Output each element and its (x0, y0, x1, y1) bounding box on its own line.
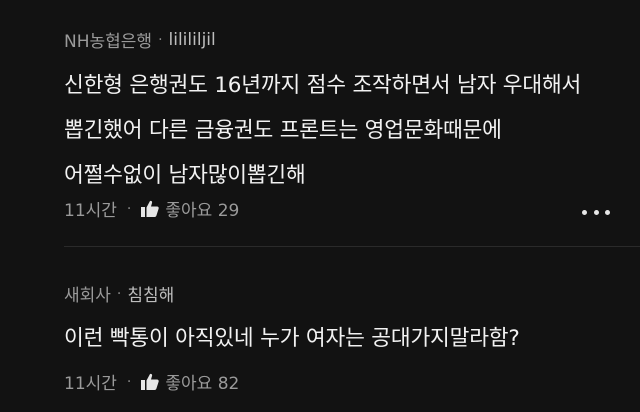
meta-separator: · (116, 285, 122, 302)
more-dot (582, 209, 587, 215)
more-dot (605, 209, 610, 215)
company-label: 새회사 (64, 286, 111, 306)
comment-time: 11시간 (64, 374, 117, 394)
comment-time: 11시간 (64, 201, 117, 221)
author-nickname[interactable]: lilililjil (169, 30, 216, 50)
author-nickname[interactable]: 침침해 (127, 281, 174, 306)
like-button[interactable]: 좋아요 29 (141, 196, 239, 221)
meta-separator: · (158, 31, 163, 48)
comment-actions: 11시간 · 좋아요 82 (64, 369, 239, 395)
comment-item: NH농협은행 · lilililjil 신한형 은행권도 16년까지 점수 조작… (0, 0, 640, 246)
comment-body-line: 어쩔수없이 남자많이뽑긴해 (64, 163, 306, 188)
like-button[interactable]: 좋아요 82 (141, 369, 239, 394)
comment-body-line: 신한형 은행권도 16년까지 점수 조작하면서 남자 우대해서 (64, 73, 582, 98)
like-count: 좋아요 82 (165, 374, 240, 394)
comment-body: 신한형 은행권도 16년까지 점수 조작하면서 남자 우대해서 뽑긴했어 다른 … (64, 63, 581, 198)
comment-body-line: 뽑긴했어 다른 금융권도 프론트는 영업문화때문에 (64, 118, 502, 143)
comment-meta: NH농협은행 · lilililjil (64, 27, 216, 53)
action-separator: · (126, 373, 132, 390)
action-separator: · (126, 200, 132, 217)
thumbs-up-icon (141, 200, 160, 217)
company-label: NH농협은행 (64, 32, 153, 52)
comment-body-line: 이런 빡통이 아직있네 누가 여자는 공대가지말라함? (64, 326, 520, 351)
comment-actions: 11시간 · 좋아요 29 (64, 196, 239, 222)
comment-divider (64, 246, 640, 247)
comment-meta: 새회사 · 침침해 (64, 281, 174, 307)
comment-item: 새회사 · 침침해 이런 빡통이 아직있네 누가 여자는 공대가지말라함? 11… (0, 250, 640, 412)
more-dot (593, 209, 599, 215)
comment-feed: NH농협은행 · lilililjil 신한형 은행권도 16년까지 점수 조작… (0, 0, 640, 412)
thumbs-up-icon (141, 373, 160, 390)
more-options-button[interactable] (582, 202, 610, 222)
like-count: 좋아요 29 (165, 201, 240, 221)
comment-body: 이런 빡통이 아직있네 누가 여자는 공대가지말라함? (64, 316, 520, 361)
